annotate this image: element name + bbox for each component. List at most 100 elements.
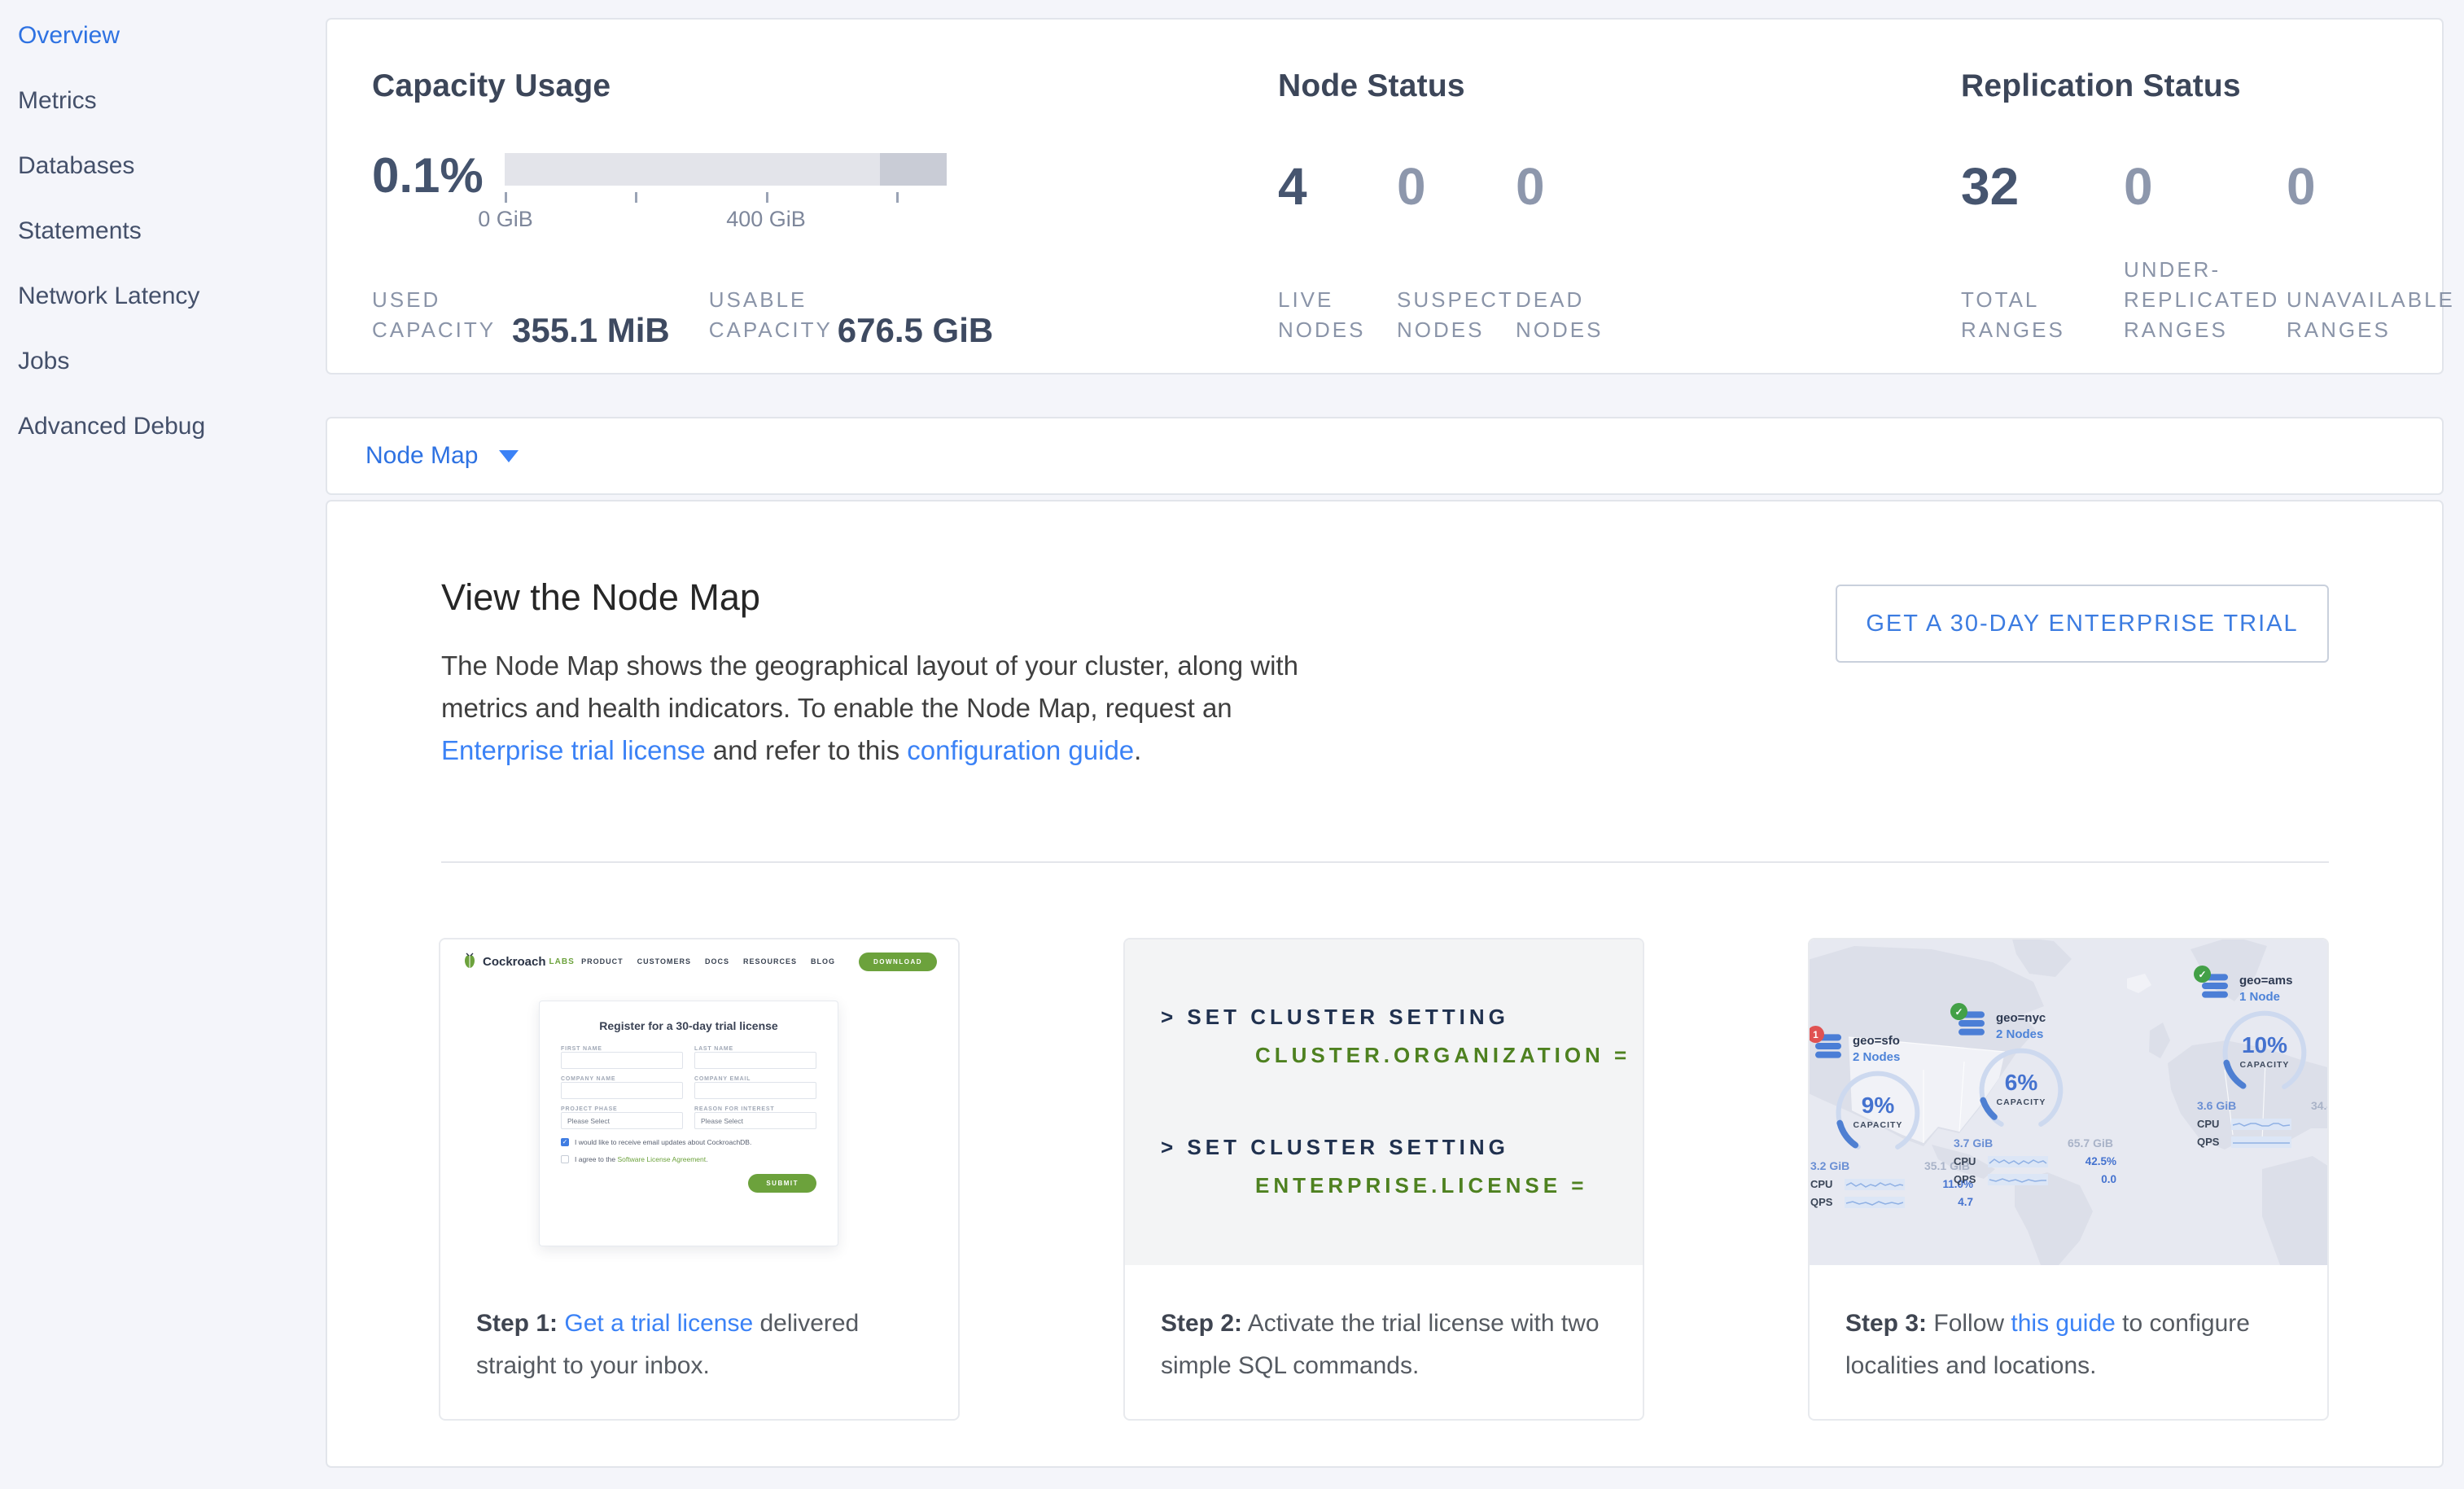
cpu-label: CPU	[1810, 1178, 1845, 1190]
axis-label-zero: 0 GiB	[478, 207, 533, 232]
step-2-caption: Step 2: Activate the trial license with …	[1161, 1303, 1612, 1387]
sidebar-item-databases[interactable]: Databases	[0, 134, 326, 199]
mini-site-nav: PRODUCT CUSTOMERS DOCS RESOURCES BLOG DO…	[581, 953, 937, 971]
locality-name: geo=nyc	[1996, 1011, 2046, 1025]
enterprise-trial-button[interactable]: GET A 30-DAY ENTERPRISE TRIAL	[1836, 585, 2329, 663]
mini-site-download-button: DOWNLOAD	[859, 953, 937, 971]
email-updates-checkbox-label: I would like to receive email updates ab…	[575, 1138, 751, 1146]
live-nodes-label: LIVE NODES	[1278, 285, 1384, 345]
software-license-agreement-link: Software License Agreement	[617, 1155, 706, 1163]
sql-commands-block: > SET CLUSTER SETTING CLUSTER.ORGANIZATI…	[1125, 939, 1643, 1265]
locality-nyc: ✓ geo=nyc 2 Nodes	[1959, 1011, 2129, 1185]
enterprise-trial-license-link[interactable]: Enterprise trial license	[441, 735, 706, 765]
first-name-field	[561, 1052, 683, 1069]
mini-site-nav-item: RESOURCES	[743, 957, 797, 966]
qps-label: QPS	[1954, 1173, 1988, 1185]
sidebar-item-overview[interactable]: Overview	[0, 3, 326, 68]
locality-name: geo=ams	[2239, 974, 2292, 988]
capacity-usage-section: Capacity Usage 0.1% 0 GiB 400 GiB USED C…	[372, 68, 1186, 345]
mini-site-logo-suffix: LABS	[549, 957, 575, 966]
capacity-bar-chart: 0 GiB 400 GiB	[505, 153, 947, 243]
node-map-description: The Node Map shows the geographical layo…	[441, 645, 1328, 772]
gauge-label: CAPACITY	[1976, 1097, 2066, 1107]
project-phase-select: Please Select	[561, 1112, 683, 1129]
qps-value: 4.7	[1958, 1196, 1973, 1208]
qps-label: QPS	[2197, 1136, 2231, 1148]
step-1-card: Cockroach LABS PRODUCT CUSTOMERS DOCS RE…	[439, 938, 960, 1421]
capacity-bar-reserved-segment	[880, 153, 947, 186]
sidebar-item-statements[interactable]: Statements	[0, 199, 326, 264]
locality-name: geo=sfo	[1853, 1034, 1900, 1048]
view-selector-value[interactable]: Node Map	[365, 442, 478, 470]
under-replicated-ranges-label: UNDER-REPLICATED RANGES	[2124, 255, 2278, 345]
capacity-gauge: 6% CAPACITY	[1976, 1045, 2066, 1135]
used-capacity-label: USED CAPACITY	[372, 285, 512, 345]
last-name-field	[694, 1052, 816, 1069]
qps-value: 0.0	[2101, 1173, 2116, 1185]
description-text: The Node Map shows the geographical layo…	[441, 650, 1298, 723]
total-capacity: 34.4 GiB	[2311, 1099, 2327, 1112]
qps-label: QPS	[1810, 1196, 1845, 1208]
node-status-section: Node Status 4 LIVE NODES 0 SUSPECT NODES…	[1278, 68, 1848, 345]
steps-row: Cockroach LABS PRODUCT CUSTOMERS DOCS RE…	[439, 938, 2329, 1421]
locality-node-count: 2 Nodes	[1996, 1027, 2046, 1041]
capacity-gauge: 10% CAPACITY	[2220, 1008, 2309, 1097]
node-status-title: Node Status	[1278, 68, 1848, 104]
field-label: COMPANY NAME	[561, 1076, 683, 1082]
total-ranges-label: TOTAL RANGES	[1961, 285, 2075, 345]
mini-site-nav-item: BLOG	[811, 957, 835, 966]
qps-sparkline	[1988, 1174, 2048, 1185]
capacity-gauge: 9% CAPACITY	[1833, 1068, 1923, 1158]
reason-for-interest-select: Please Select	[694, 1112, 816, 1129]
usable-capacity-value: 676.5 GiB	[838, 314, 993, 347]
configuration-guide-link[interactable]: configuration guide	[907, 735, 1134, 765]
sidebar-item-advanced-debug[interactable]: Advanced Debug	[0, 394, 326, 459]
step-3-caption: Step 3: Follow this guide to configure l…	[1845, 1303, 2296, 1387]
field-label: LAST NAME	[694, 1046, 816, 1052]
under-replicated-ranges-count: 0	[2124, 158, 2287, 215]
gauge-percent: 10%	[2220, 1032, 2309, 1058]
mini-site-header: Cockroach LABS PRODUCT CUSTOMERS DOCS RE…	[440, 939, 958, 983]
locality-node-count: 1 Node	[2239, 990, 2292, 1004]
field-label: COMPANY EMAIL	[694, 1076, 816, 1082]
gauge-label: CAPACITY	[1833, 1120, 1923, 1130]
qps-sparkline	[2231, 1136, 2291, 1148]
sql-command: > SET CLUSTER SETTING	[1161, 1005, 1643, 1030]
view-selector-bar: Node Map	[326, 417, 2444, 495]
field-label: FIRST NAME	[561, 1046, 683, 1052]
capacity-usage-title: Capacity Usage	[372, 68, 1186, 104]
total-capacity: 65.7 GiB	[2068, 1136, 2113, 1150]
dead-nodes-count: 0	[1516, 158, 1635, 215]
capacity-bar	[505, 153, 947, 186]
check-icon: ✓	[1950, 1003, 1967, 1020]
cockroach-labs-logo-icon	[462, 953, 478, 970]
step-1-caption: Step 1: Get a trial license delivered st…	[476, 1303, 927, 1387]
used-capacity: 3.6 GiB	[2197, 1099, 2236, 1112]
page-title: View the Node Map	[441, 576, 760, 619]
unavailable-ranges-count: 0	[2287, 158, 2449, 215]
check-icon: ✓	[2194, 966, 2211, 983]
view-selector-dropdown[interactable]: Node Map	[365, 442, 519, 470]
cpu-sparkline	[2231, 1119, 2291, 1130]
suspect-nodes-label: SUSPECT NODES	[1397, 285, 1511, 345]
node-map-screenshot: 1 geo=sfo 2 Nodes	[1810, 939, 2327, 1265]
sidebar-item-jobs[interactable]: Jobs	[0, 329, 326, 394]
chevron-down-icon[interactable]	[499, 450, 519, 462]
replication-status-section: Replication Status 32 TOTAL RANGES 0 UND…	[1961, 68, 2464, 345]
gauge-percent: 9%	[1833, 1093, 1923, 1119]
gauge-percent: 6%	[1976, 1070, 2066, 1096]
sql-setting: ENTERPRISE.LICENSE =	[1255, 1173, 1643, 1198]
mini-site-nav-item: PRODUCT	[581, 957, 624, 966]
used-capacity: 3.2 GiB	[1810, 1159, 1849, 1172]
sidebar-item-metrics[interactable]: Metrics	[0, 68, 326, 134]
gauge-label: CAPACITY	[2220, 1060, 2309, 1070]
this-guide-link[interactable]: this guide	[2011, 1310, 2115, 1337]
total-ranges-count: 32	[1961, 158, 2124, 215]
sidebar-item-network-latency[interactable]: Network Latency	[0, 264, 326, 329]
get-trial-license-link[interactable]: Get a trial license	[564, 1310, 753, 1337]
dead-nodes-label: DEAD NODES	[1516, 285, 1622, 345]
axis-tick	[896, 192, 899, 203]
axis-tick	[766, 192, 768, 203]
axis-tick	[635, 192, 637, 203]
unavailable-ranges-label: UNAVAILABLE RANGES	[2287, 285, 2449, 345]
